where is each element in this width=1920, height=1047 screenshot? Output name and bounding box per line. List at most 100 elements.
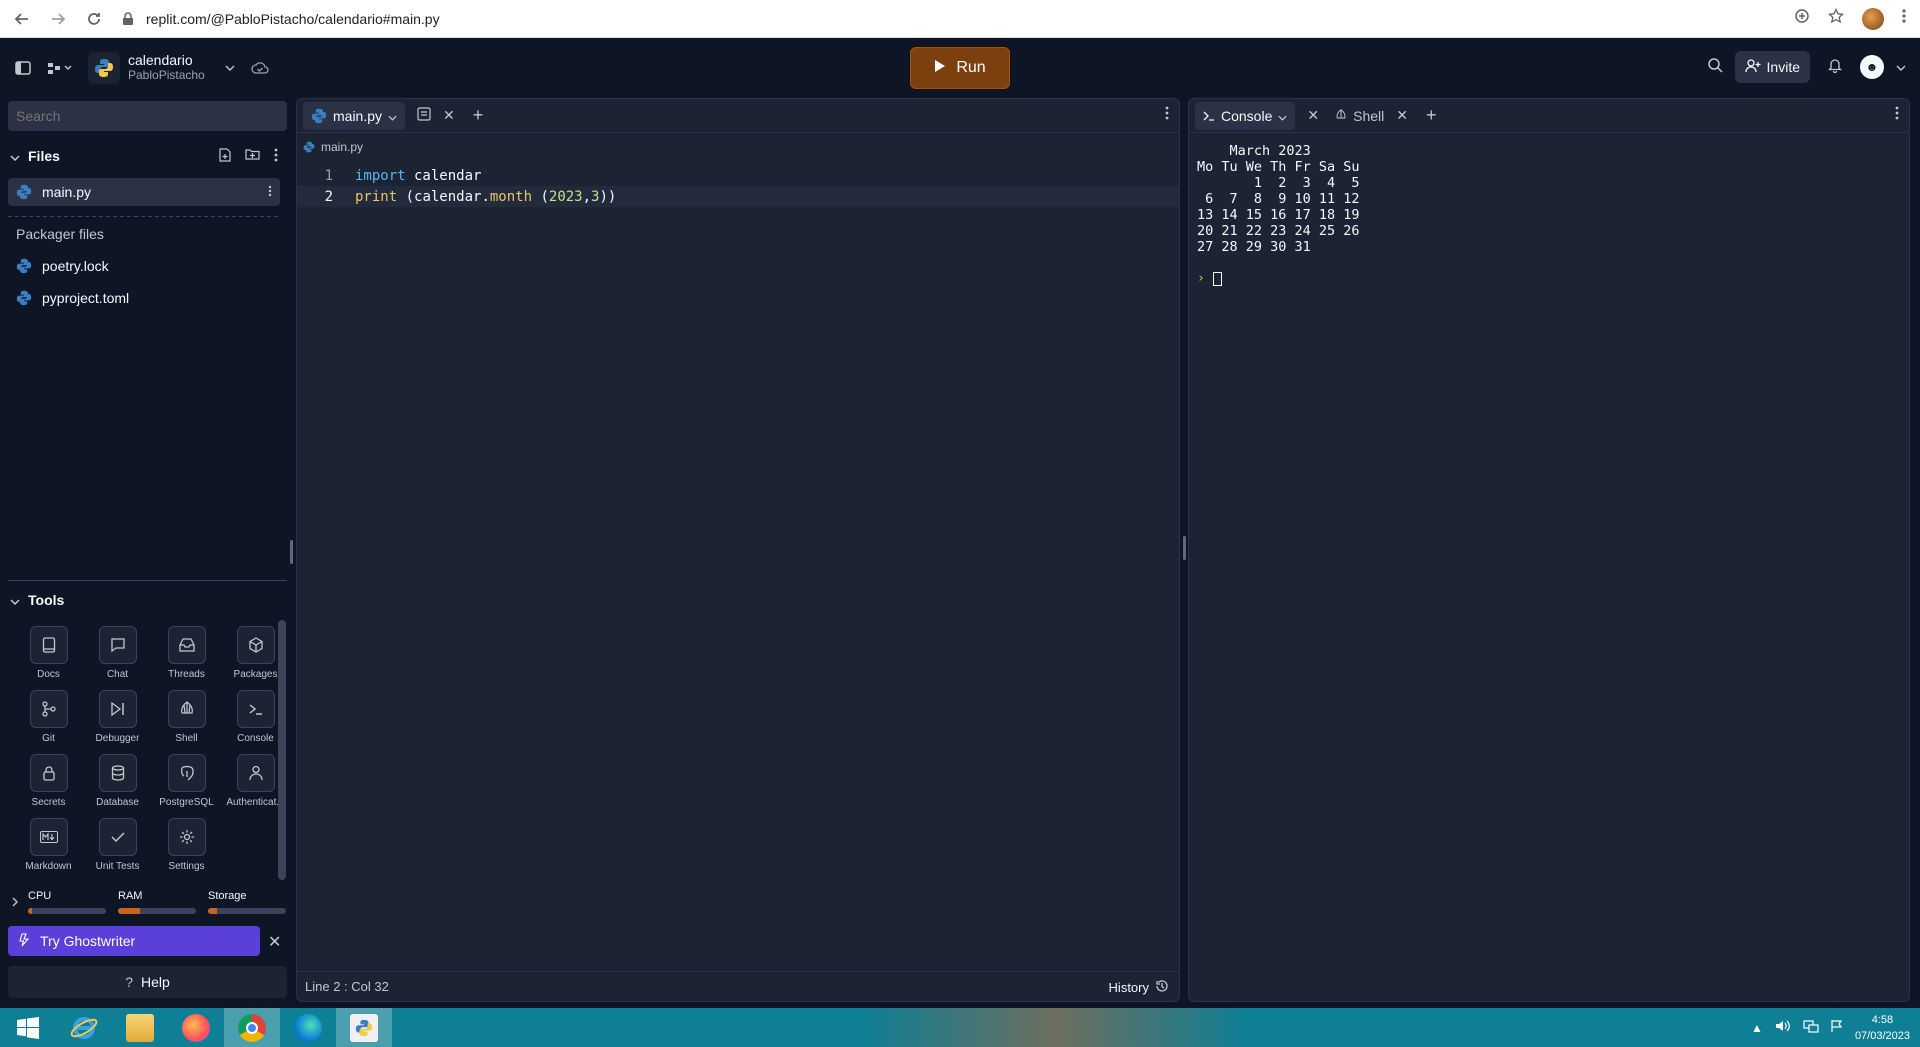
files-section-header[interactable]: Files (10, 148, 60, 164)
shell-icon (1335, 108, 1347, 124)
file-name: main.py (42, 184, 92, 200)
history-button[interactable]: History (1109, 979, 1169, 996)
tool-debugger[interactable]: Debugger (83, 690, 152, 744)
close-tab-icon[interactable]: ✕ (443, 107, 455, 124)
tool-settings[interactable]: Settings (152, 818, 221, 872)
console-prompt[interactable]: › (1197, 271, 1222, 286)
chevron-down-icon[interactable] (388, 108, 397, 124)
url-text: replit.com/@PabloPistacho/calendario#mai… (146, 10, 440, 27)
console-cursor (1212, 271, 1222, 286)
tool-shell[interactable]: Shell (152, 690, 221, 744)
tools-section-header[interactable]: Tools (10, 592, 64, 608)
reload-icon[interactable] (80, 5, 108, 33)
invite-button[interactable]: Invite (1734, 51, 1810, 83)
storage-usage-bar (208, 908, 286, 914)
tool-git[interactable]: Git (14, 690, 83, 744)
help-label: Help (141, 974, 170, 990)
volume-icon[interactable] (1775, 1019, 1791, 1036)
files-divider (8, 216, 280, 217)
windows-start-icon[interactable] (0, 1008, 56, 1047)
file-menu-icon[interactable] (268, 184, 272, 200)
python-app-icon[interactable] (336, 1008, 392, 1047)
help-button[interactable]: ? Help (8, 966, 287, 998)
tool-chat[interactable]: Chat (83, 626, 152, 680)
taskbar-clock[interactable]: 4:58 07/03/2023 (1855, 1012, 1910, 1044)
pane-resize-handle[interactable] (1183, 536, 1186, 560)
ram-label: RAM (118, 890, 143, 902)
repl-info[interactable]: calendario PabloPistacho (128, 53, 205, 83)
console-menu-icon[interactable] (1895, 106, 1899, 125)
ram-usage-fill (118, 908, 140, 914)
file-explorer-icon[interactable] (112, 1008, 168, 1047)
tool-postgresql[interactable]: PostgreSQL (152, 754, 221, 808)
search-icon[interactable] (1707, 57, 1723, 78)
breadcrumb-file[interactable]: main.py (321, 140, 363, 154)
code-line[interactable]: 2 print (calendar.month (2023,3)) (297, 186, 1179, 207)
sidebar-resize-handle[interactable] (290, 540, 293, 564)
search-input[interactable] (8, 101, 287, 131)
install-app-icon[interactable] (1794, 8, 1810, 29)
files-menu-icon[interactable] (274, 148, 278, 165)
layout-menu-icon[interactable] (44, 55, 78, 81)
file-item-pyproject-toml[interactable]: pyproject.toml (8, 284, 280, 312)
tab-console[interactable]: Console (1195, 101, 1296, 130)
run-button[interactable]: Run (910, 47, 1010, 89)
tab-main-py[interactable]: main.py (303, 101, 406, 130)
tool-unit-tests[interactable]: Unit Tests (83, 818, 152, 872)
profile-avatar[interactable] (1862, 7, 1884, 30)
python-file-icon (16, 184, 32, 200)
bell-icon[interactable] (1827, 57, 1843, 78)
debugger-icon (98, 690, 137, 728)
back-icon[interactable] (8, 5, 36, 33)
code-line[interactable]: 1 import calendar (297, 165, 1179, 186)
editor-menu-icon[interactable] (1165, 106, 1169, 125)
network-icon[interactable] (1803, 1019, 1819, 1036)
tool-docs[interactable]: Docs (14, 626, 83, 680)
add-tab-icon[interactable]: + (1426, 105, 1437, 126)
sidebar-toggle-icon[interactable] (10, 55, 36, 81)
tool-threads[interactable]: Threads (152, 626, 221, 680)
action-center-flag-icon[interactable] (1831, 1019, 1843, 1036)
tools-grid: Docs Chat Threads Packages Git Debugger … (14, 626, 285, 872)
prompt-chevron-icon: › (1197, 271, 1205, 286)
chevron-down-icon[interactable] (217, 55, 243, 81)
new-folder-icon[interactable] (245, 148, 260, 165)
chrome-menu-icon[interactable] (1902, 8, 1906, 29)
tool-label: Debugger (95, 733, 140, 744)
user-avatar[interactable]: ☻ (1860, 55, 1884, 79)
tool-database[interactable]: Database (83, 754, 152, 808)
chrome-icon[interactable] (224, 1008, 280, 1047)
code-editor[interactable]: 1 import calendar 2 print (calendar.mont… (297, 165, 1179, 207)
tool-label: Secrets (31, 797, 66, 808)
cpu-usage-fill (28, 908, 32, 914)
tab-label: Console (1221, 107, 1273, 124)
close-tab-icon[interactable]: ✕ (1396, 107, 1408, 124)
close-tab-icon[interactable]: ✕ (1307, 107, 1319, 124)
tab-shell[interactable]: Shell (1327, 102, 1392, 130)
forward-icon[interactable] (44, 5, 72, 33)
chevron-down-icon[interactable] (1278, 108, 1287, 124)
tools-scrollbar[interactable] (278, 620, 286, 880)
edge-icon[interactable] (280, 1008, 336, 1047)
internet-explorer-icon[interactable] (56, 1008, 112, 1047)
avatar-chevron-icon[interactable] (1896, 58, 1906, 76)
try-ghostwriter-button[interactable]: Try Ghostwriter (8, 926, 260, 956)
new-file-icon[interactable] (219, 148, 231, 165)
address-bar[interactable]: replit.com/@PabloPistacho/calendario#mai… (122, 4, 1794, 34)
cloud-saved-icon (247, 55, 273, 81)
git-icon (29, 690, 68, 728)
close-icon[interactable]: ✕ (268, 932, 281, 952)
cursor-position[interactable]: Line 2 : Col 32 (305, 979, 389, 994)
python-repl-icon[interactable] (88, 52, 120, 84)
play-icon (934, 59, 946, 78)
bookmark-star-icon[interactable] (1827, 7, 1845, 29)
show-hidden-icons[interactable]: ▲ (1751, 1021, 1763, 1035)
tool-markdown[interactable]: Markdown (14, 818, 83, 872)
add-tab-icon[interactable]: + (473, 105, 484, 126)
file-item-main-py[interactable]: main.py (8, 178, 280, 206)
tool-secrets[interactable]: Secrets (14, 754, 83, 808)
chevron-right-icon[interactable] (12, 894, 18, 912)
split-view-icon[interactable] (417, 107, 431, 124)
firefox-icon[interactable] (168, 1008, 224, 1047)
file-item-poetry-lock[interactable]: poetry.lock (8, 252, 280, 280)
